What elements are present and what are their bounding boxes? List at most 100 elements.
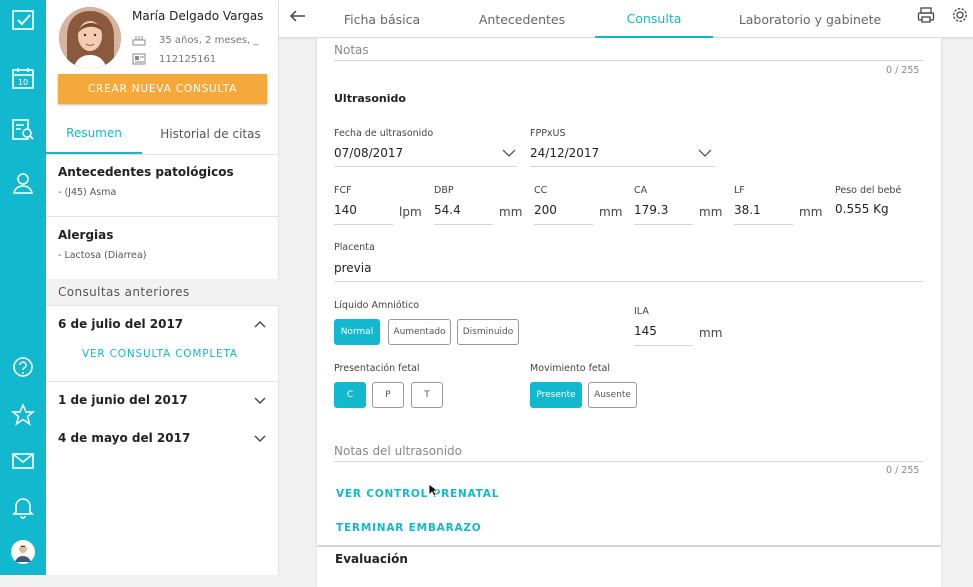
tab-appointment-history[interactable]: Historial de citas [142, 114, 279, 154]
placenta-field[interactable]: previa [334, 261, 371, 275]
id-card-icon [132, 53, 146, 65]
dbp-underline [434, 224, 493, 225]
placenta-underline [334, 281, 923, 282]
mouse-cursor-icon [428, 483, 438, 497]
ultrasound-title: Ultrasonido [334, 92, 406, 105]
calendar-icon[interactable]: 10 [0, 58, 46, 98]
ila-unit: mm [699, 326, 723, 340]
previous-consults-title: Consultas anteriores [46, 279, 279, 306]
prenatal-control-link[interactable]: VER CONTROL PRENATAL [336, 488, 499, 500]
chevron-down-icon[interactable] [502, 148, 516, 158]
end-pregnancy-link[interactable]: TERMINAR EMBARAZO [336, 522, 482, 534]
cc-unit: mm [599, 205, 623, 219]
allergy-item: - Lactosa (Diarrea) [58, 250, 147, 261]
tab-basic-record[interactable]: Ficha básica [327, 0, 437, 38]
cc-label: CC [534, 185, 548, 196]
evaluation-title: Evaluación [335, 552, 408, 566]
pathologic-item: - (J45) Asma [58, 187, 117, 198]
consult-date: 6 de julio del 2017 [58, 317, 184, 331]
us-date-underline [334, 166, 517, 167]
fpp-label: FPPxUS [530, 128, 566, 139]
mail-icon[interactable] [0, 441, 46, 481]
lf-underline [734, 224, 793, 225]
app-logo-icon[interactable] [0, 0, 46, 40]
ila-label: ILA [634, 306, 649, 317]
fcf-unit: lpm [399, 205, 422, 219]
records-search-icon[interactable] [0, 110, 46, 150]
previous-consult-2[interactable]: 4 de mayo del 2017 [46, 422, 279, 454]
us-date-label: Fecha de ultrasonido [334, 128, 434, 139]
lf-unit: mm [799, 205, 823, 219]
consult-form-card: Notas 0 / 255 Ultrasonido Fecha de ultra… [317, 38, 941, 545]
patient-age-row: 35 años, 2 meses, _ [132, 33, 258, 47]
settings-icon[interactable] [951, 6, 969, 24]
allergies-title: Alergias [58, 228, 114, 242]
print-icon[interactable] [917, 6, 935, 24]
dbp-field[interactable]: 54.4 [434, 203, 461, 217]
tab-laboratory[interactable]: Laboratorio y gabinete [733, 0, 887, 38]
us-date-field[interactable]: 07/08/2017 [334, 146, 403, 160]
ila-underline [634, 345, 693, 346]
patient-name: María Delgado Vargas [132, 9, 264, 23]
movement-label: Movimiento fetal [530, 363, 610, 374]
pathologic-history-title: Antecedentes patológicos [58, 165, 234, 179]
tab-summary[interactable]: Resumen [46, 114, 142, 154]
chevron-down-icon[interactable] [253, 431, 267, 445]
presentation-c-button[interactable]: C [334, 382, 366, 408]
fpp-field[interactable]: 24/12/2017 [530, 146, 599, 160]
cake-icon [132, 36, 146, 46]
lf-field[interactable]: 38.1 [734, 203, 761, 217]
ila-field[interactable]: 145 [634, 324, 657, 338]
patient-photo [59, 7, 121, 69]
notes-underline [334, 60, 923, 61]
user-avatar[interactable] [0, 532, 46, 572]
ultrasound-notes-underline [334, 461, 923, 462]
bell-icon[interactable] [0, 487, 46, 527]
lf-label: LF [734, 185, 745, 196]
baby-weight-value: 0.555 Kg [835, 202, 889, 216]
dbp-label: DBP [434, 185, 454, 196]
notes-counter: 0 / 255 [886, 65, 920, 76]
baby-weight-label: Peso del bebé [835, 185, 902, 196]
patient-icon[interactable] [0, 163, 46, 203]
fcf-field[interactable]: 140 [334, 203, 357, 217]
ca-field[interactable]: 179.3 [634, 203, 668, 217]
placenta-label: Placenta [334, 242, 375, 253]
chevron-down-icon[interactable] [253, 393, 267, 407]
fcf-label: FCF [334, 185, 352, 196]
amniotic-increased-button[interactable]: Aumentado [388, 319, 451, 345]
dbp-unit: mm [499, 205, 523, 219]
chevron-down-icon[interactable] [698, 148, 712, 158]
movement-present-button[interactable]: Presente [530, 382, 582, 408]
previous-consult-0[interactable]: 6 de julio del 2017 [46, 308, 279, 340]
amniotic-decreased-button[interactable]: Disminuido [457, 319, 519, 345]
ca-label: CA [634, 185, 648, 196]
divider [46, 216, 279, 217]
help-icon[interactable] [0, 348, 46, 388]
amniotic-normal-button[interactable]: Normal [334, 319, 380, 345]
tab-history[interactable]: Antecedentes [465, 0, 579, 38]
fcf-underline [334, 224, 393, 225]
cc-underline [534, 224, 593, 225]
cc-field[interactable]: 200 [534, 203, 557, 217]
new-consult-button[interactable]: CREAR NUEVA CONSULTA [58, 74, 267, 104]
amniotic-label: Líquido Amniótico [334, 300, 420, 311]
patient-id: 112125161 [159, 53, 217, 65]
ca-unit: mm [699, 205, 723, 219]
chevron-up-icon[interactable] [253, 317, 267, 331]
back-arrow-icon[interactable] [288, 6, 308, 26]
tabs-divider [46, 154, 279, 155]
presentation-p-button[interactable]: P [372, 382, 404, 408]
notes-input[interactable]: Notas [334, 43, 369, 57]
top-tab-bar: Ficha básica Antecedentes Consulta Labor… [279, 0, 973, 38]
presentation-t-button[interactable]: T [411, 382, 443, 408]
evaluation-card: Evaluación [317, 547, 941, 587]
view-full-consult-link[interactable]: VER CONSULTA COMPLETA [82, 348, 238, 360]
movement-absent-button[interactable]: Ausente [588, 382, 637, 408]
star-icon[interactable] [0, 395, 46, 435]
ultrasound-notes-input[interactable]: Notas del ultrasonido [334, 444, 462, 458]
patient-panel: María Delgado Vargas 35 años, 2 meses, _… [46, 0, 279, 575]
previous-consult-1[interactable]: 1 de junio del 2017 [46, 384, 279, 416]
patient-age: 35 años, 2 meses, _ [159, 34, 259, 46]
tab-consult[interactable]: Consulta [595, 0, 713, 38]
